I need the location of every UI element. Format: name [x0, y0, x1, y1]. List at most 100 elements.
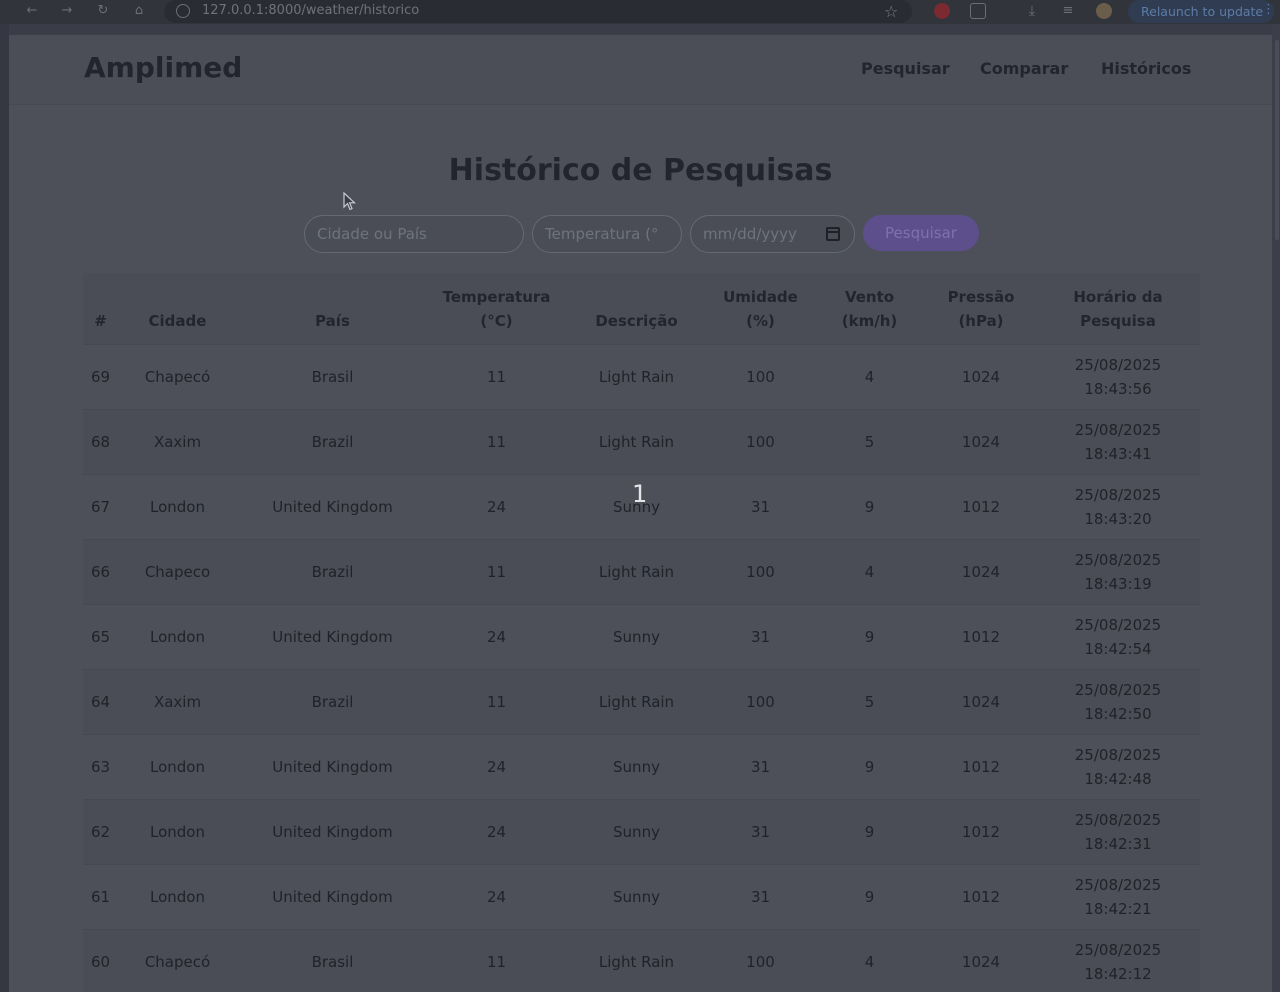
cell-date: 25/08/2025 — [1074, 420, 1162, 439]
forward-icon[interactable]: → — [60, 4, 74, 18]
url-text[interactable]: 127.0.0.1:8000/weather/historico — [202, 3, 419, 18]
cell-search-time: 25/08/2025 18:43:56 — [1036, 344, 1200, 409]
cell-city: Chapeco — [144, 562, 211, 581]
date-input[interactable]: mm/dd/yyyy — [690, 215, 855, 253]
profile-avatar[interactable] — [1096, 3, 1112, 19]
header-wind-line2: (km/h) — [841, 311, 898, 330]
cell-country: Brazil — [311, 692, 354, 711]
cell-time: 18:42:54 — [1084, 639, 1152, 658]
cell-id: 65 — [90, 627, 111, 646]
cell-humidity: 31 — [750, 497, 771, 516]
mouse-pointer-icon — [343, 192, 357, 211]
extension-icon[interactable] — [934, 3, 950, 19]
cell-temp: 24 — [486, 887, 507, 906]
download-icon[interactable]: ⤓ — [1024, 3, 1040, 19]
cell-country: United Kingdom — [272, 497, 393, 516]
cell-desc: Light Rain — [598, 562, 675, 581]
cell-time: 18:43:19 — [1084, 574, 1152, 593]
cell-country: United Kingdom — [272, 887, 393, 906]
nav-link-comparar[interactable]: Comparar — [980, 59, 1068, 78]
extensions-puzzle-icon[interactable] — [970, 3, 986, 19]
nav-link-historicos[interactable]: Históricos — [1101, 59, 1191, 78]
cell-city: London — [150, 497, 205, 516]
cell-country: Brasil — [311, 367, 354, 386]
city-search-input[interactable]: Cidade ou País — [304, 215, 524, 253]
cell-date: 25/08/2025 — [1074, 680, 1162, 699]
cell-desc: Sunny — [613, 757, 660, 776]
cell-desc: Light Rain — [598, 367, 675, 386]
cell-temp: 11 — [486, 367, 507, 386]
cell-id: 66 — [90, 562, 111, 581]
media-control-icon[interactable]: ≡ — [1060, 3, 1076, 19]
cell-pressure: 1012 — [961, 627, 1001, 646]
cell-wind: 9 — [864, 627, 875, 646]
home-icon[interactable]: ⌂ — [132, 4, 146, 18]
relaunch-button[interactable]: Relaunch to update — [1128, 0, 1274, 23]
cell-search-time: 25/08/2025 18:43:41 — [1036, 409, 1200, 474]
cell-time: 18:42:12 — [1084, 964, 1152, 983]
table-row: 66 Chapeco Brazil 11 Light Rain 100 4 1024 25/08… — [83, 539, 1200, 604]
cell-wind: 9 — [864, 757, 875, 776]
table-row: 60 Chapecó Brasil 11 Light Rain 100 4 1024 25/08… — [83, 929, 1200, 992]
cell-humidity: 100 — [746, 562, 775, 581]
cell-date: 25/08/2025 — [1074, 875, 1162, 894]
cell-city: London — [150, 757, 205, 776]
cell-humidity: 31 — [750, 887, 771, 906]
cell-desc: Sunny — [613, 822, 660, 841]
cell-search-time: 25/08/2025 18:42:48 — [1036, 734, 1200, 799]
cell-time: 18:42:48 — [1084, 769, 1152, 788]
cell-time: 18:43:41 — [1084, 444, 1152, 463]
cell-humidity: 31 — [750, 822, 771, 841]
cell-desc: Light Rain — [598, 692, 675, 711]
temperature-input[interactable]: Temperatura (° — [532, 215, 682, 253]
cell-temp: 11 — [486, 692, 507, 711]
cell-city: Chapecó — [144, 952, 211, 971]
brand-logo[interactable]: Amplimed — [84, 51, 242, 84]
page-body: Amplimed Pesquisar Comparar Históricos H… — [9, 35, 1272, 992]
cell-date: 25/08/2025 — [1074, 940, 1162, 959]
search-button[interactable]: Pesquisar — [863, 215, 979, 251]
header-pressure-line2: (hPa) — [958, 311, 1004, 330]
cell-humidity: 100 — [746, 432, 775, 451]
reload-icon[interactable]: ↻ — [96, 4, 110, 18]
cell-search-time: 25/08/2025 18:42:54 — [1036, 604, 1200, 669]
header-search-time: Horário da Pesquisa — [1036, 273, 1200, 344]
cell-search-time: 25/08/2025 18:43:19 — [1036, 539, 1200, 604]
calendar-icon[interactable] — [826, 227, 840, 241]
cell-date: 25/08/2025 — [1074, 810, 1162, 829]
cell-humidity: 100 — [746, 692, 775, 711]
cell-humidity: 31 — [750, 757, 771, 776]
bookmark-star-icon[interactable]: ☆ — [884, 2, 898, 21]
cell-time: 18:42:31 — [1084, 834, 1152, 853]
cell-pressure: 1024 — [961, 432, 1001, 451]
cell-time: 18:43:56 — [1084, 379, 1152, 398]
cell-desc: Sunny — [613, 887, 660, 906]
header-pressure: Pressão (hPa) — [926, 273, 1036, 344]
cell-city: Chapecó — [144, 367, 211, 386]
header-pressure-line1: Pressão — [947, 287, 1015, 306]
cell-city: London — [150, 627, 205, 646]
scrollbar-thumb[interactable] — [1275, 40, 1279, 240]
header-humidity-line2: (%) — [746, 311, 775, 330]
cell-id: 62 — [90, 822, 111, 841]
back-icon[interactable]: ← — [25, 4, 39, 18]
cell-date: 25/08/2025 — [1074, 745, 1162, 764]
header-city: Cidade — [148, 311, 207, 330]
page-title: Histórico de Pesquisas — [448, 153, 833, 188]
nav-link-pesquisar[interactable]: Pesquisar — [861, 59, 950, 78]
cell-id: 61 — [90, 887, 111, 906]
cell-date: 25/08/2025 — [1074, 355, 1162, 374]
header-temp-line2: (°C) — [480, 311, 513, 330]
cell-humidity: 100 — [746, 952, 775, 971]
cell-humidity: 31 — [750, 627, 771, 646]
cell-country: United Kingdom — [272, 822, 393, 841]
cell-city: London — [150, 887, 205, 906]
site-info-icon[interactable] — [176, 4, 190, 18]
cell-date: 25/08/2025 — [1074, 485, 1162, 504]
cell-wind: 5 — [864, 692, 875, 711]
table-row: 68 Xaxim Brazil 11 Light Rain 100 5 1024 25/08/2… — [83, 409, 1200, 474]
site-navbar: Amplimed Pesquisar Comparar Históricos — [9, 35, 1272, 105]
cell-time: 18:43:20 — [1084, 509, 1152, 528]
cell-time: 18:42:21 — [1084, 899, 1152, 918]
menu-dots-icon[interactable]: ⋮ — [1262, 2, 1275, 17]
